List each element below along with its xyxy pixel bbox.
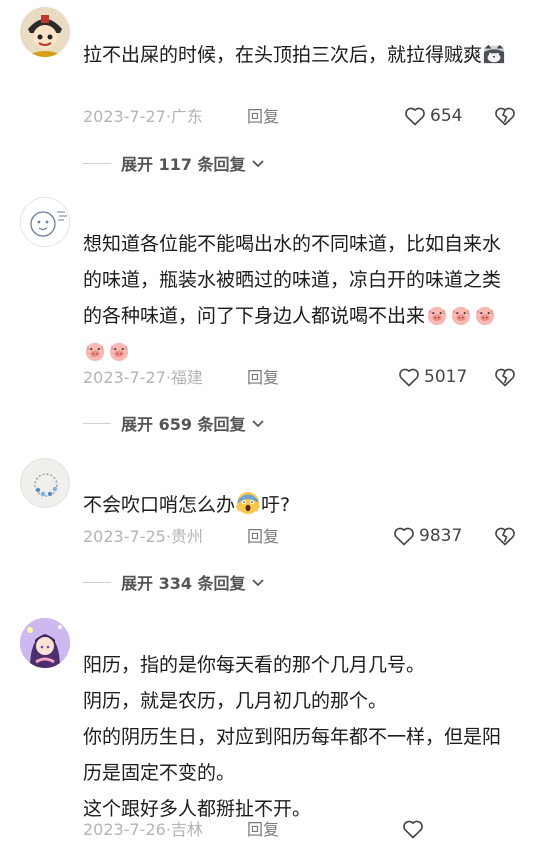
reply-button[interactable]: 回复: [247, 366, 279, 390]
like-button[interactable]: 5017: [397, 365, 467, 389]
pig-face-icon: [85, 342, 105, 362]
like-count: 5017: [424, 367, 468, 387]
comment-text: 拉不出屎的时候，在头顶拍三次后，就拉得贼爽: [83, 37, 513, 73]
like-count: 654: [430, 106, 463, 126]
expand-replies-label: 展开 334 条回复: [121, 574, 246, 593]
divider: [83, 422, 111, 424]
comment-date-location: 2023-7-26·吉林: [83, 820, 203, 839]
like-button[interactable]: 9837: [392, 524, 462, 548]
avatar[interactable]: [20, 7, 70, 57]
pig-face-icon: [451, 306, 471, 326]
expand-replies-button[interactable]: 展开 334 条回复: [83, 570, 266, 594]
expand-replies-button[interactable]: 展开 659 条回复: [83, 411, 266, 435]
chevron-down-icon: [251, 579, 264, 587]
chevron-down-icon: [251, 420, 264, 428]
cat-face-icon: [483, 44, 505, 64]
like-count: 9837: [419, 526, 463, 546]
comment-meta: 2023-7-27·广东 回复 654: [83, 105, 523, 129]
comment-date-location: 2023-7-27·福建: [83, 368, 203, 387]
divider: [83, 581, 111, 583]
avatar[interactable]: [20, 197, 70, 247]
expand-replies-label: 展开 659 条回复: [121, 415, 246, 434]
heart-outline-icon: [399, 368, 419, 387]
pig-face-icon: [427, 306, 447, 326]
divider: [83, 162, 111, 164]
avatar[interactable]: [20, 458, 70, 508]
comment-text: 不会吹口哨怎么办 吁?: [83, 487, 513, 523]
heart-outline-icon: [403, 820, 423, 839]
heart-outline-icon: [405, 107, 425, 126]
comment-date-location: 2023-7-27·广东: [83, 107, 203, 126]
comment-meta: 2023-7-26·吉林 回复: [83, 818, 523, 842]
pig-face-icon: [109, 342, 129, 362]
expand-replies-button[interactable]: 展开 117 条回复: [83, 151, 266, 175]
reply-button[interactable]: 回复: [247, 525, 279, 549]
pig-face-icon: [475, 306, 495, 326]
like-button[interactable]: 654: [403, 104, 462, 128]
reply-button[interactable]: 回复: [247, 105, 279, 129]
expand-replies-label: 展开 117 条回复: [121, 155, 246, 174]
screaming-face-icon: [236, 492, 261, 514]
comment-text: 想知道各位能不能喝出水的不同味道，比如自来水的味道，瓶装水被晒过的味道，凉白开的…: [83, 226, 513, 370]
comment-meta: 2023-7-25·贵州 回复 9837: [83, 525, 523, 549]
comment-text: 阳历，指的是你每天看的那个几月几号。 阴历，就是农历，几月初几的那个。 你的阴历…: [83, 654, 502, 820]
broken-heart-icon[interactable]: [493, 104, 517, 128]
avatar[interactable]: [20, 618, 70, 668]
broken-heart-icon[interactable]: [493, 524, 517, 548]
comment-meta: 2023-7-27·福建 回复 5017: [83, 366, 523, 390]
reply-button[interactable]: 回复: [247, 818, 279, 842]
broken-heart-icon[interactable]: [493, 365, 517, 389]
heart-outline-icon: [394, 527, 414, 546]
comment-date-location: 2023-7-25·贵州: [83, 527, 203, 546]
like-button[interactable]: [401, 817, 428, 841]
chevron-down-icon: [251, 160, 264, 168]
